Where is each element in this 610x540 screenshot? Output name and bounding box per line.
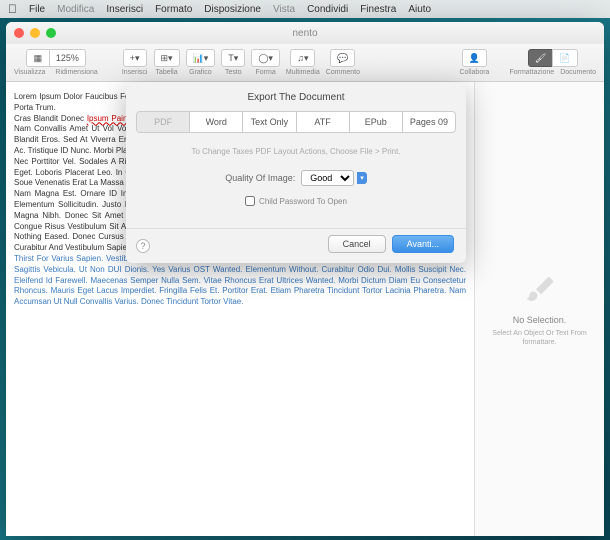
- toolbar: ▦ 125% Visualizza Ridimensiona +▾Inseris…: [6, 44, 604, 82]
- help-button[interactable]: ?: [136, 239, 150, 253]
- shape-button[interactable]: ◯▾: [251, 49, 280, 67]
- menu-arrange[interactable]: Disposizione: [204, 4, 261, 15]
- menu-insert[interactable]: Inserisci: [106, 4, 143, 15]
- tab-word[interactable]: Word: [190, 112, 243, 132]
- system-menubar:  File Modifica Inserisci Formato Dispos…: [0, 0, 610, 18]
- view-button[interactable]: ▦: [26, 49, 50, 67]
- tab-epub[interactable]: EPub: [350, 112, 403, 132]
- inspector-title: No Selection.: [513, 315, 567, 325]
- apple-menu-icon[interactable]: : [8, 2, 17, 16]
- inspector-subtitle: Select An Object Or Text From formattare…: [483, 329, 596, 347]
- quality-select[interactable]: Good: [301, 170, 354, 186]
- quality-label: Quality Of Image:: [225, 173, 295, 183]
- comment-button[interactable]: 💬: [330, 49, 355, 67]
- export-format-tabs: PDF Word Text Only ATF EPub Pages 09: [136, 111, 456, 133]
- window-title: nento: [6, 28, 604, 39]
- menu-format[interactable]: Formato: [155, 4, 192, 15]
- format-tab[interactable]: 🖌: [528, 49, 553, 67]
- menu-window[interactable]: Finestra: [360, 4, 396, 15]
- export-sheet: Export The Document PDF Word Text Only A…: [126, 82, 466, 263]
- document-tab[interactable]: 📄: [552, 49, 577, 67]
- insert-button[interactable]: +▾: [123, 49, 147, 67]
- tab-pages09[interactable]: Pages 09: [403, 112, 455, 132]
- inspector-panel: No Selection. Select An Object Or Text F…: [474, 82, 604, 536]
- tab-text[interactable]: Text Only: [243, 112, 296, 132]
- brush-icon: [524, 271, 556, 307]
- password-checkbox[interactable]: [245, 196, 255, 206]
- cancel-button[interactable]: Cancel: [328, 235, 386, 253]
- password-label: Child Password To Open: [259, 197, 347, 206]
- chart-button[interactable]: 📊▾: [186, 49, 216, 67]
- menu-help[interactable]: Aiuto: [408, 4, 431, 15]
- collab-button[interactable]: 👤: [462, 49, 487, 67]
- zoom-select[interactable]: 125%: [49, 49, 86, 67]
- tab-atf[interactable]: ATF: [297, 112, 350, 132]
- table-button[interactable]: ⊞▾: [154, 49, 180, 67]
- tab-pdf[interactable]: PDF: [137, 112, 190, 132]
- sheet-title: Export The Document: [126, 82, 466, 111]
- layout-hint: To Change Taxes PDF Layout Actions, Choo…: [142, 147, 450, 156]
- app-window: nento ▦ 125% Visualizza Ridimensiona +▾I…: [6, 22, 604, 536]
- menu-file[interactable]: File: [29, 4, 45, 15]
- text-button[interactable]: T▾: [221, 49, 245, 67]
- menu-edit[interactable]: Modifica: [57, 4, 94, 15]
- media-button[interactable]: ♫▾: [290, 49, 315, 67]
- titlebar: nento: [6, 22, 604, 44]
- next-button[interactable]: Avanti...: [392, 235, 454, 253]
- menu-share[interactable]: Condividi: [307, 4, 348, 15]
- menu-view[interactable]: Vista: [273, 4, 295, 15]
